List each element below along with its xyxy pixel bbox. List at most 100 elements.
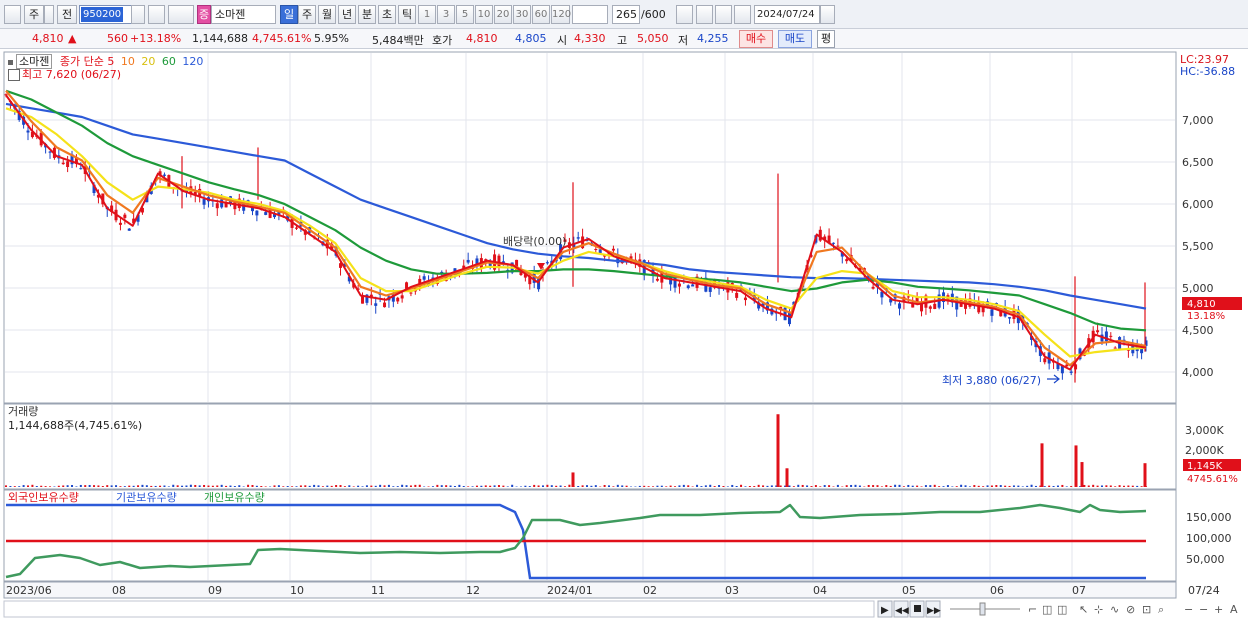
sell-button[interactable]: 매도 <box>778 30 812 48</box>
interval-1[interactable]: 1 <box>418 5 436 24</box>
volume-bar <box>84 485 87 487</box>
period-week[interactable]: 주 <box>298 5 316 24</box>
font-size-icon[interactable]: A <box>1230 603 1238 616</box>
volume-bar <box>225 485 228 487</box>
volume-bar <box>744 486 747 487</box>
gear-icon[interactable] <box>734 5 751 24</box>
period-tick[interactable]: 틱 <box>398 5 416 24</box>
avg-button[interactable]: 평 <box>817 30 835 48</box>
candle-body <box>118 222 122 225</box>
count-input[interactable]: 265 <box>612 5 640 24</box>
volume-bar <box>431 486 434 487</box>
open-label: 시 <box>557 34 568 47</box>
volume-bar <box>282 486 285 487</box>
tool-icon[interactable]: ⌕ <box>1158 603 1164 616</box>
stock-badge: 증 <box>197 5 211 24</box>
stock-name-field[interactable]: 소마젠 <box>211 5 276 24</box>
volume-bar <box>907 484 910 487</box>
window-icon[interactable] <box>4 5 21 24</box>
tool-icon[interactable]: ◫ <box>1057 603 1067 616</box>
play-icon: ▶ <box>881 605 889 616</box>
period-year[interactable]: 년 <box>338 5 356 24</box>
interval-120[interactable]: 120 <box>551 5 571 24</box>
x-tick: 12 <box>466 584 480 597</box>
sound-icon[interactable] <box>168 5 194 24</box>
interval-60[interactable]: 60 <box>532 5 550 24</box>
volume-bar <box>911 485 914 487</box>
tool-icon[interactable]: ⊹ <box>1094 603 1103 616</box>
date-input[interactable]: 2024/07/24 <box>754 5 820 24</box>
interval-30[interactable]: 30 <box>513 5 531 24</box>
candle-body <box>127 228 131 231</box>
candle-body <box>264 212 268 215</box>
candle-body <box>677 283 681 287</box>
drawing-tools[interactable]: ⌐ ◫ ◫ ↖ ⊹ ∿ ⊘ ⊡ ⌕ − − + A <box>1028 603 1238 616</box>
period-month[interactable]: 월 <box>318 5 336 24</box>
current-price: 4,810 <box>32 32 64 45</box>
interval-custom-select[interactable] <box>572 5 608 24</box>
volume-bar <box>669 485 672 487</box>
candle-body <box>466 259 470 263</box>
buy-button[interactable]: 매수 <box>739 30 773 48</box>
volume-bar <box>867 484 870 487</box>
x-tick: 06 <box>990 584 1004 597</box>
tool-icon[interactable]: ⌐ <box>1028 603 1037 616</box>
volume-bar <box>810 486 813 487</box>
volume-bar <box>339 485 342 487</box>
volume-bar <box>898 484 901 487</box>
tool-icon[interactable]: ◫ <box>1042 603 1052 616</box>
zoom-slider-handle[interactable] <box>979 602 986 616</box>
ma-60: 60 <box>161 55 176 68</box>
interval-5[interactable]: 5 <box>456 5 474 24</box>
volume-bar <box>792 486 795 487</box>
chevron-down-icon[interactable] <box>44 5 54 24</box>
candle-body <box>1113 347 1117 349</box>
save-icon[interactable] <box>715 5 732 24</box>
minus-icon[interactable]: − <box>1199 603 1208 616</box>
volume-bar <box>1100 485 1103 487</box>
interval-10[interactable]: 10 <box>475 5 493 24</box>
volume-bar <box>946 485 949 487</box>
volume-bar <box>1026 485 1029 487</box>
volume-bar <box>458 484 461 487</box>
volume-bar <box>462 485 465 487</box>
volume-bar <box>145 485 148 487</box>
tool-icon[interactable]: ↖ <box>1079 603 1088 616</box>
period-minute[interactable]: 분 <box>358 5 376 24</box>
volume-bar <box>370 485 373 487</box>
volume-bar <box>832 486 835 487</box>
zoom-out-icon[interactable]: − <box>1184 603 1193 616</box>
search-icon[interactable] <box>148 5 165 24</box>
dropdown-icon[interactable] <box>131 5 145 24</box>
volume-bar <box>502 485 505 487</box>
tab-prev[interactable]: 전 <box>57 5 77 24</box>
volume-bar <box>731 484 734 487</box>
volume-bar <box>1061 484 1064 487</box>
calendar-icon[interactable] <box>820 5 835 24</box>
bid-price: 4,805 <box>515 32 547 45</box>
volume-bar <box>1070 485 1073 487</box>
candle-body <box>836 245 840 247</box>
candle-type-icon[interactable] <box>676 5 693 24</box>
interval-3[interactable]: 3 <box>437 5 455 24</box>
chart-svg[interactable]: 7,000 6,500 6,000 5,500 5,000 4,500 4,00… <box>0 50 1248 621</box>
plus-icon[interactable]: + <box>1214 603 1223 616</box>
interval-20[interactable]: 20 <box>494 5 512 24</box>
volume-bar <box>990 485 993 487</box>
tool-icon[interactable]: ∿ <box>1110 603 1119 616</box>
volume-bar <box>762 485 765 487</box>
grid-icon[interactable] <box>8 69 20 81</box>
period-second[interactable]: 초 <box>378 5 396 24</box>
tool-icon[interactable]: ⊡ <box>1142 603 1151 616</box>
candle-body <box>545 262 549 264</box>
volume-spike <box>571 472 575 487</box>
draw-tool-icon[interactable] <box>696 5 713 24</box>
volume-bar <box>348 485 351 487</box>
period-day[interactable]: 일 <box>280 5 298 24</box>
chart-scrollbar[interactable] <box>3 600 875 618</box>
tool-icon[interactable]: ⊘ <box>1126 603 1135 616</box>
volume-bar <box>982 486 985 487</box>
tab-main[interactable]: 주 <box>24 5 44 24</box>
volume-bar <box>700 486 703 487</box>
volume-bar <box>207 485 210 487</box>
